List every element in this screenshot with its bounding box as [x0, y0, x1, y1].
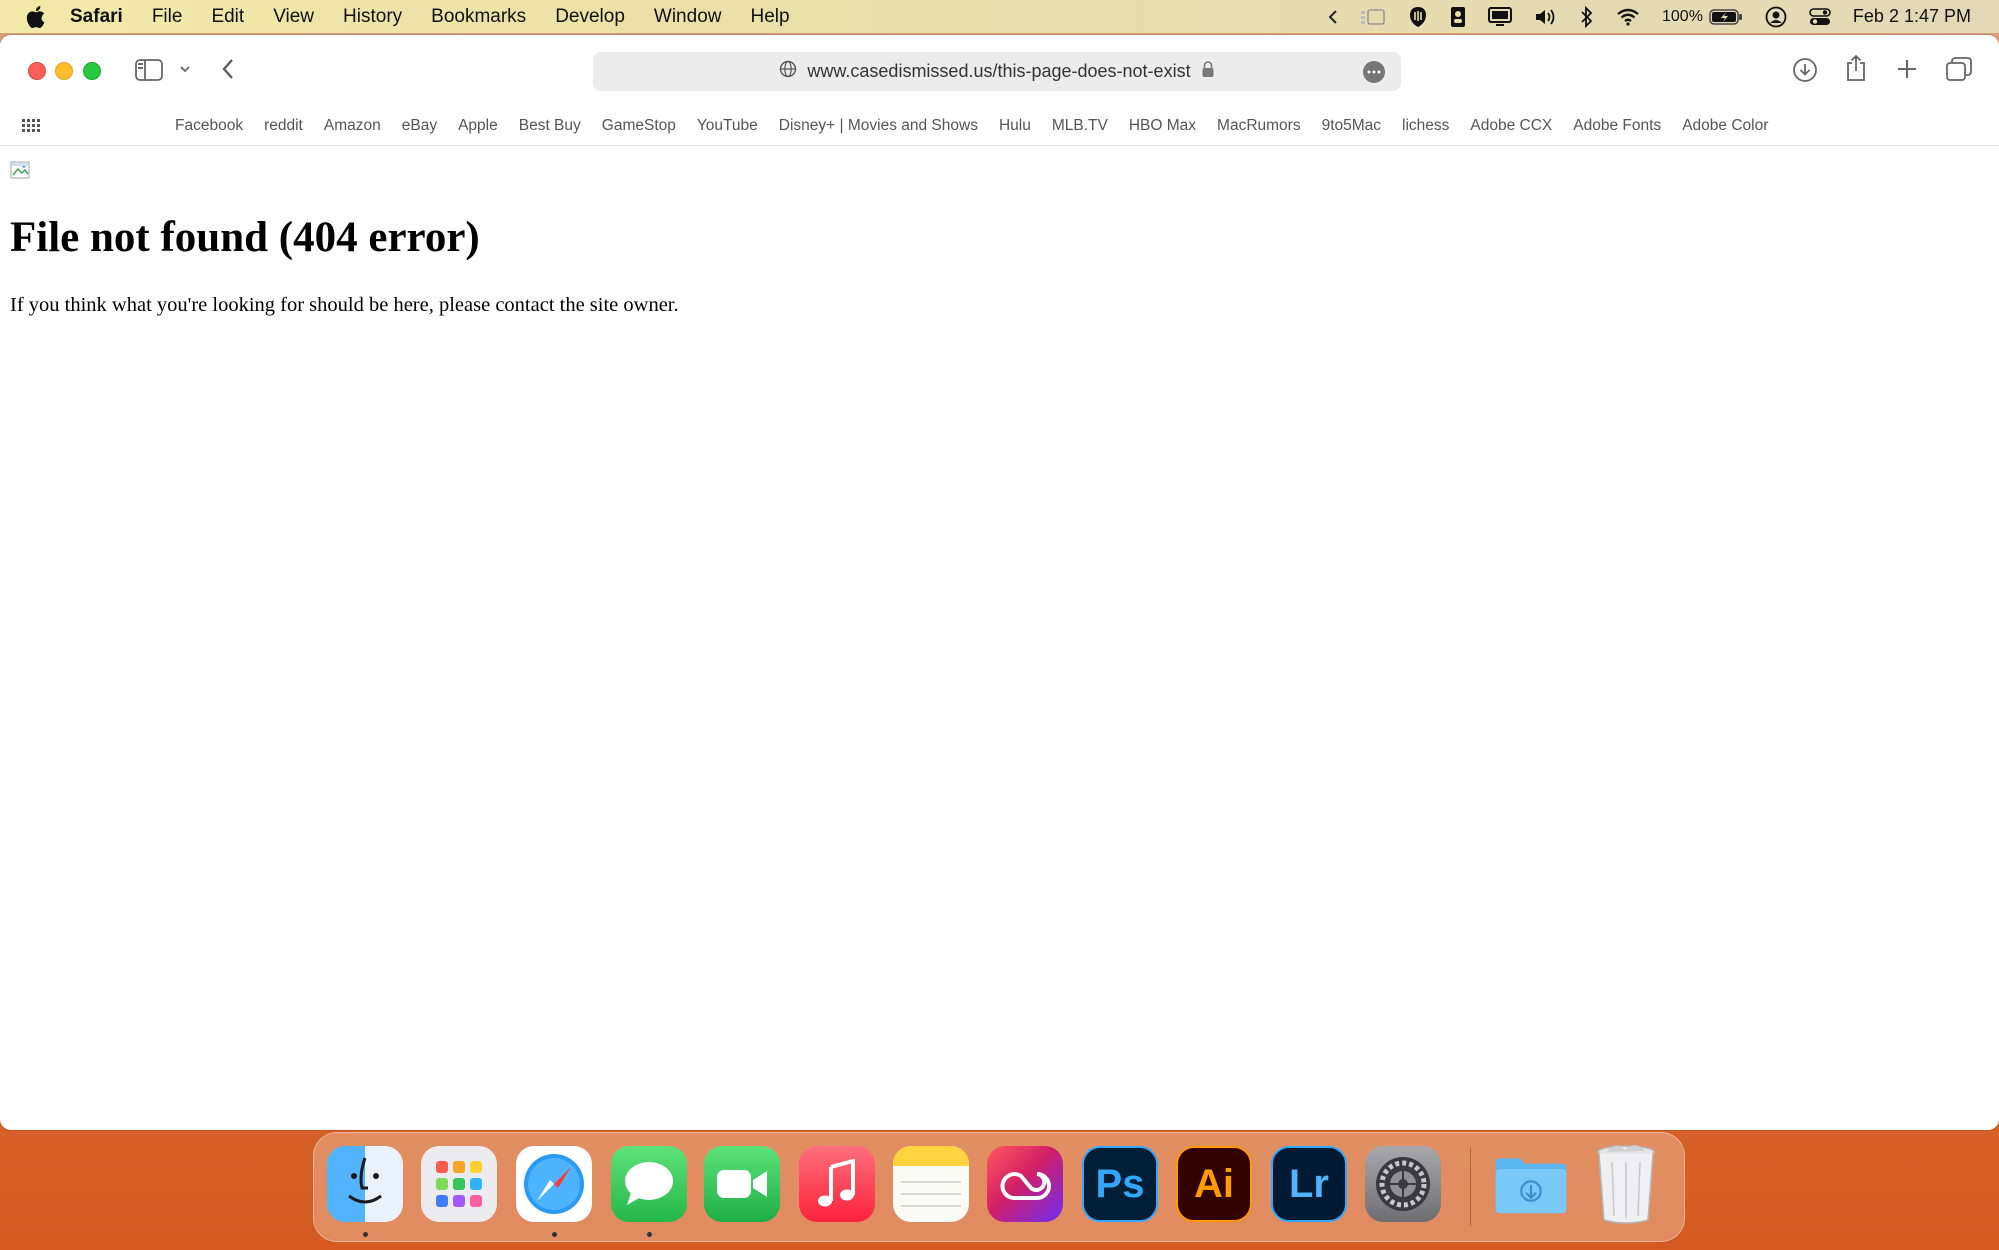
share-icon[interactable]: [1845, 54, 1867, 82]
photoshop-icon[interactable]: Ps: [1082, 1146, 1158, 1222]
control-center-icon[interactable]: [1809, 7, 1831, 27]
facetime-icon[interactable]: [704, 1146, 780, 1222]
url-text[interactable]: www.casedismissed.us/this-page-does-not-…: [807, 61, 1190, 82]
close-window-button[interactable]: [28, 62, 46, 80]
chevron-left-icon[interactable]: [1328, 9, 1338, 25]
battery-percent: 100%: [1662, 7, 1703, 25]
favorites-list: Facebook reddit Amazon eBay Apple Best B…: [175, 107, 1789, 145]
minimize-window-button[interactable]: [55, 62, 73, 80]
favorite-reddit[interactable]: reddit: [264, 117, 303, 135]
favorites-bar: Facebook reddit Amazon eBay Apple Best B…: [0, 107, 1999, 146]
notes-icon[interactable]: [893, 1146, 969, 1222]
menu-window[interactable]: Window: [654, 6, 722, 28]
favorite-adobe-color[interactable]: Adobe Color: [1682, 117, 1768, 135]
favorite-gamestop[interactable]: GameStop: [602, 117, 676, 135]
menu-clock[interactable]: Feb 2 1:47 PM: [1853, 6, 1971, 27]
finder-running-indicator: [363, 1232, 368, 1237]
dock-separator: [1470, 1148, 1471, 1226]
sidebar-toggle-icon[interactable]: [135, 59, 163, 81]
illustrator-icon[interactable]: Ai: [1176, 1146, 1252, 1222]
favorite-macrumors[interactable]: MacRumors: [1217, 117, 1301, 135]
favorite-best-buy[interactable]: Best Buy: [519, 117, 581, 135]
globe-icon: [779, 60, 797, 83]
stage-manager-icon[interactable]: [1360, 8, 1386, 26]
tab-overview-icon[interactable]: [1946, 57, 1972, 81]
favorite-disney-plus[interactable]: Disney+ | Movies and Shows: [779, 117, 978, 135]
menu-edit[interactable]: Edit: [211, 6, 244, 28]
bluetooth-icon[interactable]: [1580, 5, 1594, 28]
favorite-adobe-ccx[interactable]: Adobe CCX: [1470, 117, 1552, 135]
finder-icon[interactable]: [327, 1146, 403, 1222]
safari-icon[interactable]: [516, 1146, 592, 1222]
safari-window: www.casedismissed.us/this-page-does-not-…: [0, 35, 1999, 1130]
photoshop-label: Ps: [1095, 1161, 1145, 1206]
menu-app-name[interactable]: Safari: [70, 6, 123, 28]
chevron-down-icon[interactable]: [179, 64, 191, 74]
apple-menu-icon[interactable]: [26, 5, 48, 28]
shield-icon[interactable]: [1408, 6, 1428, 28]
new-tab-icon[interactable]: [1896, 58, 1918, 80]
menu-view[interactable]: View: [273, 6, 314, 28]
favorite-apple[interactable]: Apple: [458, 117, 498, 135]
user-account-icon[interactable]: [1765, 6, 1787, 28]
back-button[interactable]: [221, 58, 235, 80]
favorites-grid-icon[interactable]: [22, 119, 40, 138]
page-menu-icon[interactable]: [1363, 61, 1385, 83]
trash-icon[interactable]: [1588, 1145, 1664, 1224]
downloads-icon[interactable]: [1792, 57, 1818, 83]
downloads-folder-icon[interactable]: [1493, 1146, 1569, 1222]
favorite-youtube[interactable]: YouTube: [697, 117, 758, 135]
creative-cloud-icon[interactable]: [987, 1146, 1063, 1222]
menu-bar: Safari File Edit View History Bookmarks …: [0, 0, 1999, 33]
browser-toolbar: www.casedismissed.us/this-page-does-not-…: [0, 35, 1999, 105]
favorite-ebay[interactable]: eBay: [402, 117, 437, 135]
status-area: 100% Feb 2 1:47 PM: [1306, 0, 1999, 33]
favorite-lichess[interactable]: lichess: [1402, 117, 1449, 135]
page-content: File not found (404 error) If you think …: [0, 146, 1999, 1130]
music-icon[interactable]: [799, 1146, 875, 1222]
lock-icon: [1201, 60, 1215, 83]
favorite-facebook[interactable]: Facebook: [175, 117, 243, 135]
favorite-9to5mac[interactable]: 9to5Mac: [1322, 117, 1381, 135]
battery-icon[interactable]: [1709, 8, 1743, 25]
illustrator-label: Ai: [1194, 1161, 1234, 1206]
favorite-adobe-fonts[interactable]: Adobe Fonts: [1573, 117, 1661, 135]
zoom-window-button[interactable]: [83, 62, 101, 80]
favorite-mlb-tv[interactable]: MLB.TV: [1052, 117, 1108, 135]
menu-file[interactable]: File: [152, 6, 183, 28]
lightroom-label: Lr: [1289, 1161, 1329, 1206]
wifi-icon[interactable]: [1616, 8, 1640, 26]
menu-history[interactable]: History: [343, 6, 402, 28]
page-message: If you think what you're looking for sho…: [10, 294, 679, 316]
page-title: File not found (404 error): [10, 214, 480, 261]
broken-image-icon: [10, 161, 32, 181]
favorite-hulu[interactable]: Hulu: [999, 117, 1031, 135]
launchpad-icon[interactable]: [421, 1146, 497, 1222]
lightroom-icon[interactable]: Lr: [1271, 1146, 1347, 1222]
volume-icon[interactable]: [1534, 7, 1558, 27]
safari-running-indicator: [552, 1232, 557, 1237]
system-settings-icon[interactable]: [1365, 1146, 1441, 1222]
favorite-amazon[interactable]: Amazon: [324, 117, 381, 135]
favorite-hbo-max[interactable]: HBO Max: [1129, 117, 1196, 135]
menu-help[interactable]: Help: [750, 6, 789, 28]
contact-card-icon[interactable]: [1450, 6, 1466, 28]
menu-bookmarks[interactable]: Bookmarks: [431, 6, 526, 28]
menu-develop[interactable]: Develop: [555, 6, 625, 28]
display-icon[interactable]: [1488, 6, 1512, 27]
dock: Ps Ai Lr: [313, 1132, 1685, 1242]
messages-icon[interactable]: [611, 1146, 687, 1222]
address-bar[interactable]: www.casedismissed.us/this-page-does-not-…: [593, 52, 1401, 91]
messages-running-indicator: [647, 1232, 652, 1237]
